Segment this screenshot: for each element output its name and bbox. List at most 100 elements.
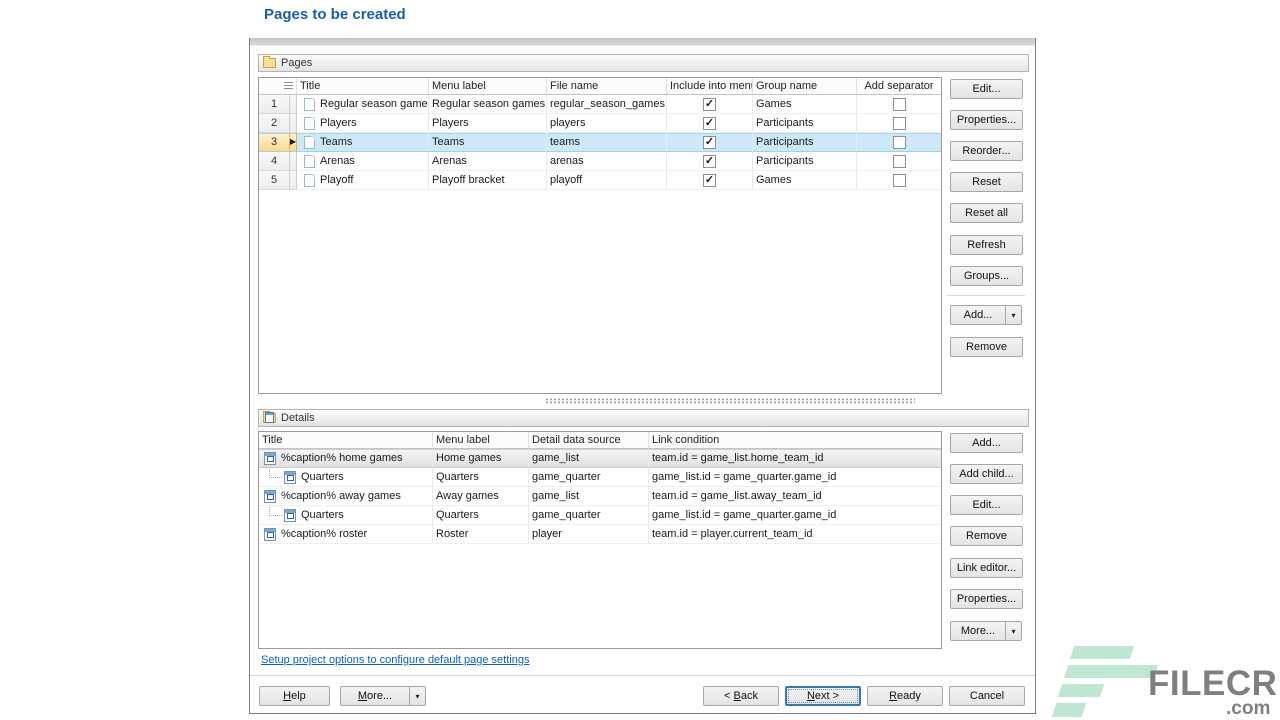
remove-button[interactable]: Remove bbox=[950, 526, 1023, 546]
dropdown-arrow-button[interactable]: ▾ bbox=[1005, 305, 1022, 325]
file-name-cell: playoff bbox=[547, 171, 667, 190]
pages-table-row[interactable]: 5PlayoffPlayoff bracketplayoff✓Games bbox=[259, 171, 941, 190]
details-table-row[interactable]: QuartersQuartersgame_quartergame_list.id… bbox=[259, 468, 941, 487]
include-into-menu-checkbox[interactable]: ✓ bbox=[703, 155, 716, 168]
groups-button[interactable]: Groups... bbox=[950, 266, 1023, 286]
wizard-dialog: Pages Title Menu label File name Include… bbox=[249, 38, 1036, 714]
page-icon bbox=[304, 174, 315, 187]
edit-button[interactable]: Edit... bbox=[950, 495, 1023, 515]
details-table-row[interactable]: %caption% rosterRosterplayerteam.id = pl… bbox=[259, 525, 941, 544]
next-button[interactable]: Next > bbox=[785, 686, 861, 706]
link-editor-button[interactable]: Link editor... bbox=[950, 558, 1023, 578]
pages-grid: Title Menu label File name Include into … bbox=[258, 77, 942, 394]
detail-page-icon bbox=[264, 490, 276, 503]
remove-button[interactable]: Remove bbox=[950, 337, 1023, 357]
reset-button[interactable]: Reset bbox=[950, 172, 1023, 192]
column-header-include-into-menu[interactable]: Include into menu bbox=[667, 78, 753, 94]
pages-table-row[interactable]: 1Regular season gamesRegular season game… bbox=[259, 95, 941, 114]
add-separator-cell bbox=[857, 95, 941, 114]
watermark-logo-bar bbox=[1064, 665, 1158, 678]
detail-title-text: Quarters bbox=[301, 509, 344, 521]
page-title-text: Players bbox=[320, 117, 357, 129]
group-name-cell: Games bbox=[753, 95, 857, 114]
properties-button[interactable]: Properties... bbox=[950, 110, 1023, 130]
row-number: 2 bbox=[259, 114, 290, 133]
include-into-menu-cell: ✓ bbox=[667, 95, 753, 114]
column-header-detail-menu-label[interactable]: Menu label bbox=[433, 432, 529, 448]
add-separator-cell bbox=[857, 152, 941, 171]
splitter-handle[interactable] bbox=[258, 396, 942, 406]
detail-data-source-cell: player bbox=[529, 525, 649, 544]
pages-grid-header: Title Menu label File name Include into … bbox=[259, 78, 941, 95]
detail-page-icon bbox=[284, 471, 296, 484]
include-into-menu-cell: ✓ bbox=[667, 171, 753, 190]
pages-grid-corner[interactable] bbox=[259, 78, 297, 94]
watermark-logo-bar bbox=[1052, 703, 1087, 717]
page-icon bbox=[304, 136, 315, 149]
add-split-button: Add...▾ bbox=[950, 305, 1023, 325]
add-button[interactable]: Add... bbox=[950, 305, 1006, 325]
page-title-cell: Players bbox=[297, 114, 429, 133]
column-header-add-separator[interactable]: Add separator bbox=[857, 78, 941, 94]
dropdown-arrow-button[interactable]: ▾ bbox=[409, 686, 426, 706]
include-into-menu-checkbox[interactable]: ✓ bbox=[703, 136, 716, 149]
column-header-file-name[interactable]: File name bbox=[547, 78, 667, 94]
column-chooser-icon bbox=[284, 82, 293, 90]
column-header-detail-data-source[interactable]: Detail data source bbox=[529, 432, 649, 448]
file-name-cell: players bbox=[547, 114, 667, 133]
column-header-menu-label[interactable]: Menu label bbox=[429, 78, 547, 94]
reorder-button[interactable]: Reorder... bbox=[950, 141, 1023, 161]
link-condition-cell: game_list.id = game_quarter.game_id bbox=[649, 468, 941, 487]
refresh-button[interactable]: Refresh bbox=[950, 235, 1023, 255]
page-title-cell: Arenas bbox=[297, 152, 429, 171]
add-separator-checkbox[interactable] bbox=[893, 155, 906, 168]
back-button[interactable]: < Back bbox=[703, 686, 779, 706]
add-separator-checkbox[interactable] bbox=[893, 136, 906, 149]
watermark-logo-bar bbox=[1058, 684, 1104, 697]
more-button[interactable]: More... bbox=[340, 686, 410, 706]
detail-menu-label-cell: Home games bbox=[433, 449, 529, 468]
edit-button[interactable]: Edit... bbox=[950, 79, 1023, 99]
column-header-link-condition[interactable]: Link condition bbox=[649, 432, 941, 448]
focus-rectangle bbox=[788, 689, 858, 703]
include-into-menu-checkbox[interactable]: ✓ bbox=[703, 98, 716, 111]
include-into-menu-checkbox[interactable]: ✓ bbox=[703, 174, 716, 187]
add-separator-checkbox[interactable] bbox=[893, 98, 906, 111]
ready-button[interactable]: Ready bbox=[867, 686, 943, 706]
pages-table-row[interactable]: 2PlayersPlayersplayers✓Participants bbox=[259, 114, 941, 133]
column-header-group-name[interactable]: Group name bbox=[753, 78, 857, 94]
add-separator-checkbox[interactable] bbox=[893, 117, 906, 130]
tree-connector bbox=[269, 507, 282, 516]
column-header-title[interactable]: Title bbox=[297, 78, 429, 94]
menu-label-cell: Regular season games bbox=[429, 95, 547, 114]
details-table-row[interactable]: QuartersQuartersgame_quartergame_list.id… bbox=[259, 506, 941, 525]
page-title-text: Playoff bbox=[320, 174, 353, 186]
details-grid-header: Title Menu label Detail data source Link… bbox=[259, 432, 941, 449]
dropdown-arrow-button[interactable]: ▾ bbox=[1005, 621, 1022, 641]
menu-label-cell: Playoff bracket bbox=[429, 171, 547, 190]
details-table-row[interactable]: %caption% home gamesHome gamesgame_listt… bbox=[259, 449, 941, 468]
add-button[interactable]: Add... bbox=[950, 433, 1023, 453]
watermark-tld: .com bbox=[1226, 698, 1270, 720]
help-button[interactable]: Help bbox=[259, 686, 330, 706]
more-split-button: More...▾ bbox=[340, 686, 426, 706]
add-child-button[interactable]: Add child... bbox=[950, 464, 1023, 484]
pages-table-row[interactable]: 4ArenasArenasarenas✓Participants bbox=[259, 152, 941, 171]
page-icon bbox=[304, 98, 315, 111]
details-grid: Title Menu label Detail data source Link… bbox=[258, 431, 942, 649]
row-indicator: ▶ bbox=[290, 133, 297, 152]
cancel-button[interactable]: Cancel bbox=[949, 686, 1025, 706]
column-header-detail-title[interactable]: Title bbox=[259, 432, 433, 448]
add-separator-checkbox[interactable] bbox=[893, 174, 906, 187]
include-into-menu-checkbox[interactable]: ✓ bbox=[703, 117, 716, 130]
tree-connector bbox=[269, 469, 282, 478]
pages-table-row[interactable]: 3▶TeamsTeamsteams✓Participants bbox=[259, 133, 941, 152]
pages-panel-title: Pages bbox=[281, 57, 312, 69]
detail-data-source-cell: game_list bbox=[529, 487, 649, 506]
menu-label-cell: Players bbox=[429, 114, 547, 133]
properties-button[interactable]: Properties... bbox=[950, 589, 1023, 609]
settings-link[interactable]: Setup project options to configure defau… bbox=[261, 654, 529, 666]
reset-all-button[interactable]: Reset all bbox=[950, 203, 1023, 223]
more-button[interactable]: More... bbox=[950, 621, 1006, 641]
details-table-row[interactable]: %caption% away gamesAway gamesgame_listt… bbox=[259, 487, 941, 506]
